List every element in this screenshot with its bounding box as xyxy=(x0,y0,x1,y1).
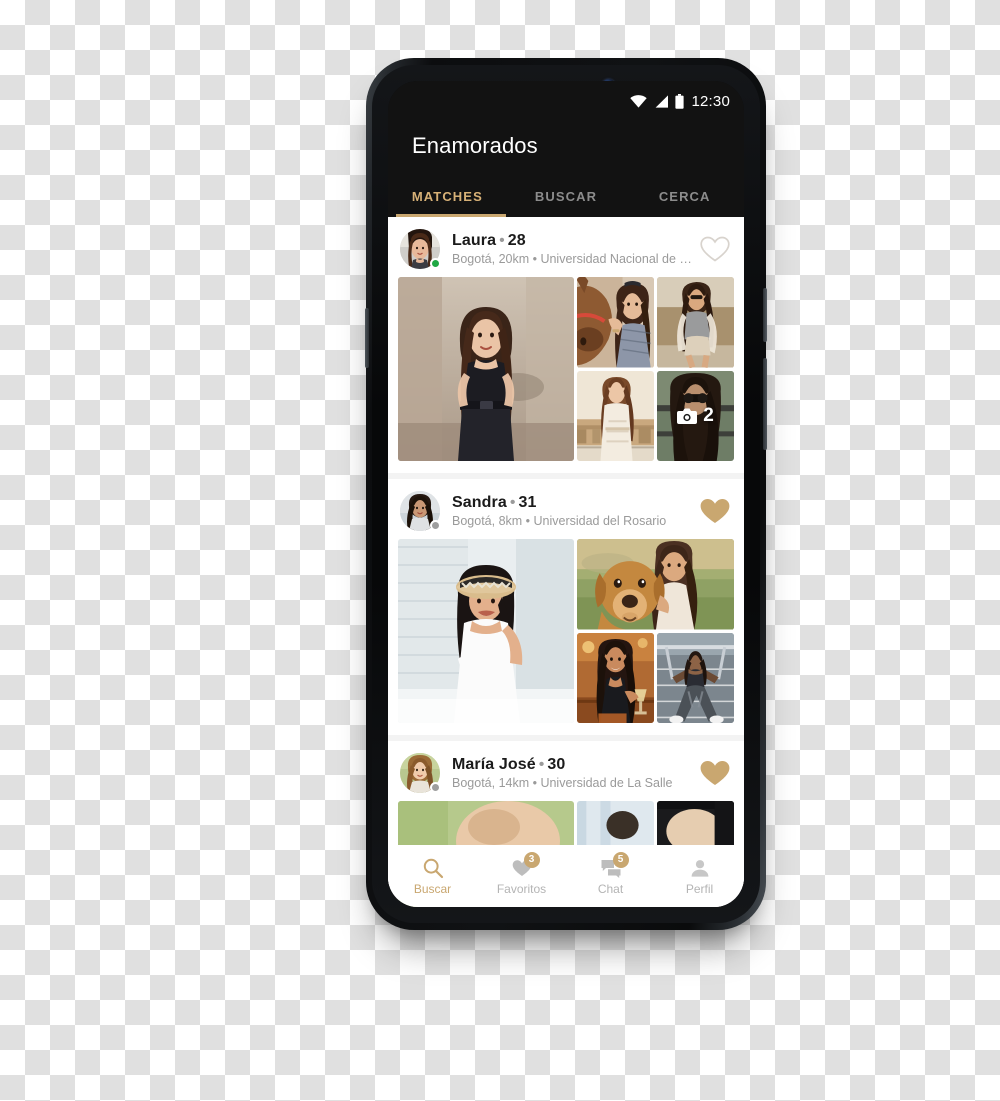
status-bar: 12:30 xyxy=(388,81,744,121)
photo-grid[interactable] xyxy=(398,539,734,723)
match-identity: María José • 30 Bogotá, 14km • Universidad… xyxy=(452,756,692,790)
photo-thumb-bar[interactable] xyxy=(577,632,654,723)
match-card[interactable]: Laura • 28 Bogotá, 20km • Universidad Naci… xyxy=(388,217,744,473)
nav-icon-wrap xyxy=(689,857,711,879)
photo-thumb-horse[interactable] xyxy=(577,277,654,368)
match-meta: Bogotá, 20km • Universidad Nacional de C… xyxy=(452,252,692,266)
match-identity: Sandra • 31 Bogotá, 8km • Universidad del … xyxy=(452,494,692,528)
match-name: Sandra xyxy=(452,494,507,511)
status-dot-offline xyxy=(430,520,441,531)
match-name-line: María José • 30 xyxy=(452,756,692,774)
photo-row-bottom: 2 xyxy=(577,370,734,462)
avatar[interactable] xyxy=(400,229,441,269)
phone-body: 12:30 Enamorados MATCHES BUSCAR CERCA La… xyxy=(365,58,767,930)
person-icon xyxy=(691,859,708,877)
match-identity: Laura • 28 Bogotá, 20km • Universidad Naci… xyxy=(452,232,692,266)
page-title: Enamorados xyxy=(412,133,538,158)
name-separator: • xyxy=(538,756,545,773)
photo-main[interactable] xyxy=(398,539,574,723)
photo-thumb-more[interactable]: 2 xyxy=(657,370,734,462)
camera-icon xyxy=(677,408,698,424)
app-bar: Enamorados xyxy=(388,121,744,179)
photo-main[interactable] xyxy=(398,277,574,461)
tab-matches[interactable]: MATCHES xyxy=(388,179,507,217)
photo-grid[interactable]: 2 xyxy=(398,277,734,461)
phone-mockup: 12:30 Enamorados MATCHES BUSCAR CERCA La… xyxy=(365,58,767,930)
more-photos-count: 2 xyxy=(703,404,714,426)
more-photos-overlay[interactable]: 2 xyxy=(657,371,734,462)
left-side-button[interactable] xyxy=(365,308,369,368)
match-card[interactable]: Sandra • 31 Bogotá, 8km • Universidad del … xyxy=(388,479,744,735)
match-name-line: Sandra • 31 xyxy=(452,494,692,512)
power-button[interactable] xyxy=(763,288,767,342)
status-bar-icons xyxy=(630,93,685,109)
name-separator: • xyxy=(499,232,505,249)
match-name: Laura xyxy=(452,232,497,249)
battery-icon xyxy=(675,93,685,109)
nav-label-buscar: Buscar xyxy=(413,881,452,896)
cell-signal-icon xyxy=(656,94,669,108)
photo-side-column xyxy=(577,539,734,723)
tab-bar: MATCHES BUSCAR CERCA xyxy=(388,179,744,217)
photo-side-column: 2 xyxy=(577,277,734,461)
match-meta: Bogotá, 14km • Universidad de La Salle xyxy=(452,776,673,790)
phone-bezel: 12:30 Enamorados MATCHES BUSCAR CERCA La… xyxy=(372,65,760,923)
avatar[interactable] xyxy=(400,491,441,531)
match-card-header: Laura • 28 Bogotá, 20km • Universidad Naci… xyxy=(398,227,734,277)
photo-thumb-dog[interactable] xyxy=(577,539,734,630)
nav-label-favoritos: Favoritos xyxy=(496,881,547,896)
nav-label-perfil: Perfil xyxy=(685,881,714,896)
search-icon xyxy=(423,858,443,878)
tab-cerca[interactable]: CERCA xyxy=(625,179,744,217)
phone-screen: 12:30 Enamorados MATCHES BUSCAR CERCA La… xyxy=(388,81,744,907)
bottom-navigation: Buscar 3 Favoritos 5 Chat Perfil xyxy=(388,845,744,907)
nav-label-chat: Chat xyxy=(597,881,624,896)
matches-list[interactable]: Laura • 28 Bogotá, 20km • Universidad Naci… xyxy=(388,217,744,907)
match-name-line: Laura • 28 xyxy=(452,232,692,250)
status-dot-online xyxy=(430,258,441,269)
nav-icon-wrap: 5 xyxy=(600,851,629,879)
photo-thumb-fitness[interactable] xyxy=(657,632,734,723)
nav-item-buscar[interactable]: Buscar xyxy=(388,857,477,896)
match-card-header: María José • 30 Bogotá, 14km • Universidad… xyxy=(398,751,734,801)
tab-buscar[interactable]: BUSCAR xyxy=(507,179,626,217)
name-separator: • xyxy=(509,494,516,511)
status-dot-offline xyxy=(430,782,441,793)
nav-item-perfil[interactable]: Perfil xyxy=(655,857,744,896)
match-card-header: Sandra • 31 Bogotá, 8km • Universidad del … xyxy=(398,489,734,539)
nav-icon-wrap xyxy=(422,857,444,879)
nav-item-chat[interactable]: 5 Chat xyxy=(566,851,655,896)
photo-row-top xyxy=(577,277,734,368)
favorite-heart-icon[interactable] xyxy=(698,756,732,790)
nav-item-favoritos[interactable]: 3 Favoritos xyxy=(477,851,566,896)
photo-thumb-city[interactable] xyxy=(577,370,654,461)
status-bar-time: 12:30 xyxy=(691,92,730,110)
wifi-icon xyxy=(630,94,648,108)
avatar[interactable] xyxy=(400,753,441,793)
volume-button[interactable] xyxy=(763,358,767,450)
match-age: 30 xyxy=(547,756,566,773)
match-name: María José xyxy=(452,756,536,773)
favorite-heart-icon[interactable] xyxy=(698,232,732,266)
nav-icon-wrap: 3 xyxy=(511,851,540,879)
favorite-heart-icon[interactable] xyxy=(698,494,732,528)
match-meta: Bogotá, 8km • Universidad del Rosario xyxy=(452,514,667,528)
photo-row-bottom xyxy=(577,632,734,723)
match-age: 31 xyxy=(518,494,537,511)
nav-badge-chat: 5 xyxy=(612,851,629,868)
nav-badge-favoritos: 3 xyxy=(523,851,540,868)
photo-thumb-beach[interactable] xyxy=(657,277,734,368)
match-age: 28 xyxy=(507,232,526,249)
photo-row-top xyxy=(577,539,734,630)
